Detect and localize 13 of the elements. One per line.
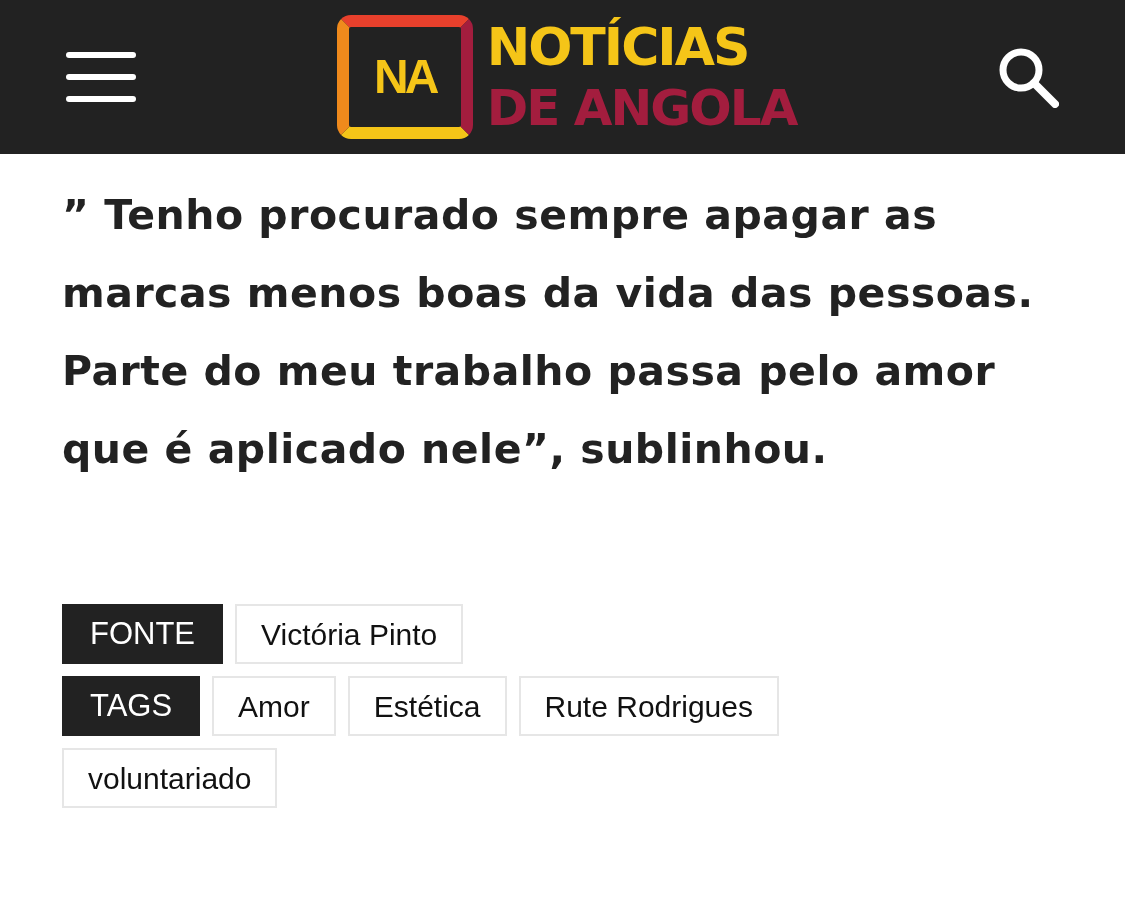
tag-link[interactable]: Estética [347, 676, 507, 736]
tag-link[interactable]: Amor [212, 676, 336, 736]
menu-icon[interactable] [66, 52, 136, 102]
logo-subtitle: DE ANGOLA [486, 78, 797, 138]
logo-mark: NA [336, 15, 473, 139]
tag-link[interactable]: Rute Rodrigues [518, 676, 779, 736]
tag-link[interactable]: voluntariado [62, 748, 278, 808]
quote-text: ” Tenho procurado sempre apagar as marcas menos boas da vida das pessoas. Parte do meu trabalho passa pelo amor que é aplicado nele”, sublinhou. [62, 190, 1035, 475]
source-link[interactable]: Victória Pinto [235, 604, 464, 664]
source-label: FONTE [62, 604, 224, 664]
tags-label: TAGS [62, 676, 201, 736]
logo-title: NOTÍCIAS [486, 16, 750, 78]
search-icon[interactable] [997, 46, 1059, 108]
